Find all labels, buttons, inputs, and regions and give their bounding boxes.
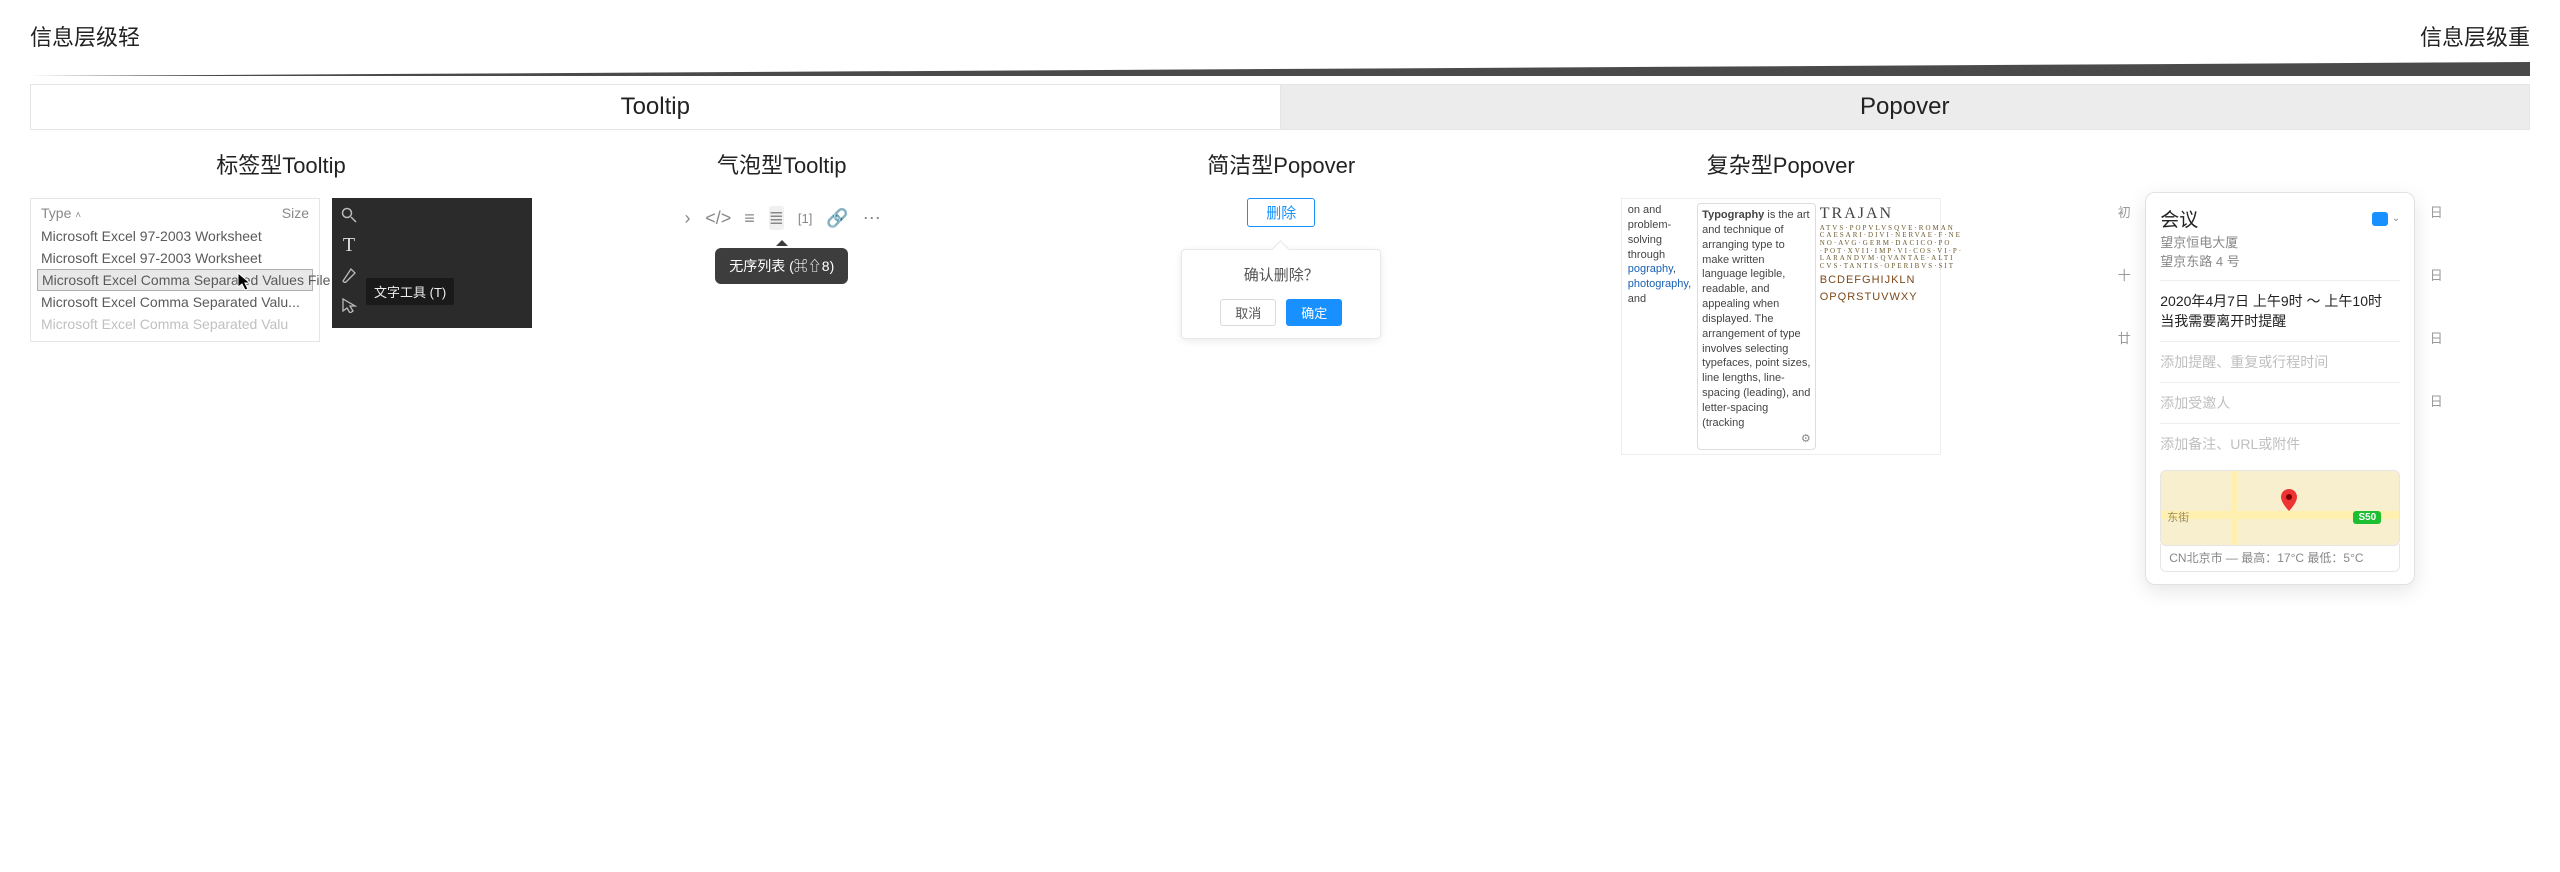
- list-item[interactable]: Microsoft Excel Comma Separated Valu: [41, 313, 309, 335]
- scale-wedge: [30, 62, 2530, 76]
- gear-icon[interactable]: ⚙: [1801, 432, 1811, 447]
- event-weather: CN北京市 — 最高：17°C 最低：5°C: [2160, 544, 2400, 572]
- editor-toolbar: › </> ≡ ≣ [1] 🔗 ⋯: [677, 198, 887, 238]
- ok-button[interactable]: 确定: [1286, 299, 1342, 326]
- cursor-icon: [238, 273, 252, 294]
- tab-tooltip[interactable]: Tooltip: [31, 85, 1280, 129]
- text-tool-icon[interactable]: T: [338, 234, 360, 256]
- color-chip-icon: [2372, 212, 2388, 226]
- calendar-day-markers-right: 日 日 日 日: [2421, 192, 2451, 585]
- calendar-color-picker[interactable]: ⌄: [2372, 212, 2400, 226]
- code-icon[interactable]: </>: [706, 206, 730, 230]
- arrow-tool-icon[interactable]: [338, 294, 360, 316]
- tooltip-label: 文字工具 (T): [366, 278, 454, 305]
- link-icon[interactable]: 🔗: [826, 206, 848, 230]
- event-title[interactable]: 会议: [2160, 205, 2198, 232]
- magnifier-icon[interactable]: [338, 204, 360, 226]
- map-pin-icon: [2281, 489, 2297, 513]
- tab-popover[interactable]: Popover: [1280, 85, 2530, 129]
- chevron-down-icon: ⌄: [2392, 213, 2400, 224]
- list-item[interactable]: Microsoft Excel 97-2003 Worksheet: [41, 225, 309, 247]
- calendar-event-popover: 会议 ⌄ 望京恒电大厦 望京东路 4 号 2020年4月7日 上午9时 ～ 上午…: [2145, 192, 2415, 585]
- add-notes-placeholder[interactable]: 添加备注、URL或附件: [2160, 423, 2400, 454]
- dark-tool-palette: T 文字工具 (T): [332, 198, 532, 328]
- confirm-text: 确认删除？: [1194, 264, 1368, 285]
- numbered-icon[interactable]: [1]: [798, 206, 812, 230]
- event-location-1: 望京恒电大厦: [2160, 232, 2400, 251]
- more-icon[interactable]: ⋯: [863, 206, 881, 230]
- scale-label-heavy: 信息层级重: [2420, 20, 2530, 52]
- scale-label-light: 信息层级轻: [30, 20, 140, 52]
- ordered-list-icon[interactable]: ≡: [744, 206, 755, 230]
- expand-icon[interactable]: ›: [683, 206, 693, 230]
- add-reminder-placeholder[interactable]: 添加提醒、重复或行程时间: [2160, 341, 2400, 372]
- wiki-link[interactable]: pography: [1628, 263, 1673, 275]
- trajan-image: TRAJAN ATVS·POPVLVSQVE·ROMAN CAESARI·DIV…: [1820, 203, 1940, 454]
- route-shield: S50: [2353, 511, 2381, 524]
- list-item-selected[interactable]: Microsoft Excel Comma Separated Values F…: [37, 269, 313, 291]
- col-header-type[interactable]: Type ˄: [41, 205, 81, 221]
- confirm-popover: 确认删除？ 取消 确定: [1181, 249, 1381, 339]
- col-title-label-tooltip: 标签型Tooltip: [216, 148, 346, 180]
- add-invitee-placeholder[interactable]: 添加受邀人: [2160, 382, 2400, 413]
- unordered-list-icon[interactable]: ≣: [769, 206, 784, 230]
- map-road-label: 东街: [2167, 509, 2189, 525]
- col-title-complex-popover: 复杂型Popover: [1707, 148, 1855, 180]
- wiki-link[interactable]: photography: [1628, 278, 1688, 290]
- tooltip-bubble: 无序列表 (⌘⇧8): [715, 248, 848, 284]
- col-title-bubble-tooltip: 气泡型Tooltip: [717, 148, 847, 180]
- file-explorer-list: Type ˄ Size Microsoft Excel 97-2003 Work…: [30, 198, 320, 342]
- wiki-preview-popover: on and problem-solving through pography,…: [1621, 198, 1941, 455]
- wiki-popover-card: Typography is the art and technique of a…: [1697, 203, 1816, 450]
- col-title-simple-popover: 简洁型Popover: [1207, 148, 1355, 180]
- list-item[interactable]: Microsoft Excel Comma Separated Valu...: [41, 291, 309, 313]
- wiki-background-text: on and problem-solving through pography,…: [1622, 199, 1697, 454]
- event-time[interactable]: 2020年4月7日 上午9时 ～ 上午10时: [2160, 291, 2400, 311]
- category-tabs: Tooltip Popover: [30, 84, 2530, 130]
- sort-indicator-icon: ˄: [75, 210, 81, 221]
- list-item[interactable]: Microsoft Excel 97-2003 Worksheet: [41, 247, 309, 269]
- col-title-complex-popover-spacer: [2277, 148, 2283, 174]
- pen-tool-icon[interactable]: [338, 264, 360, 286]
- cancel-button[interactable]: 取消: [1220, 299, 1276, 326]
- delete-button[interactable]: 删除: [1247, 198, 1315, 227]
- event-map[interactable]: 东街 S50: [2160, 470, 2400, 546]
- col-header-size[interactable]: Size: [282, 205, 309, 221]
- event-location-2: 望京东路 4 号: [2160, 251, 2400, 270]
- event-alert[interactable]: 当我需要离开时提醒: [2160, 311, 2400, 331]
- calendar-day-markers: 初 十 廿: [2109, 192, 2139, 585]
